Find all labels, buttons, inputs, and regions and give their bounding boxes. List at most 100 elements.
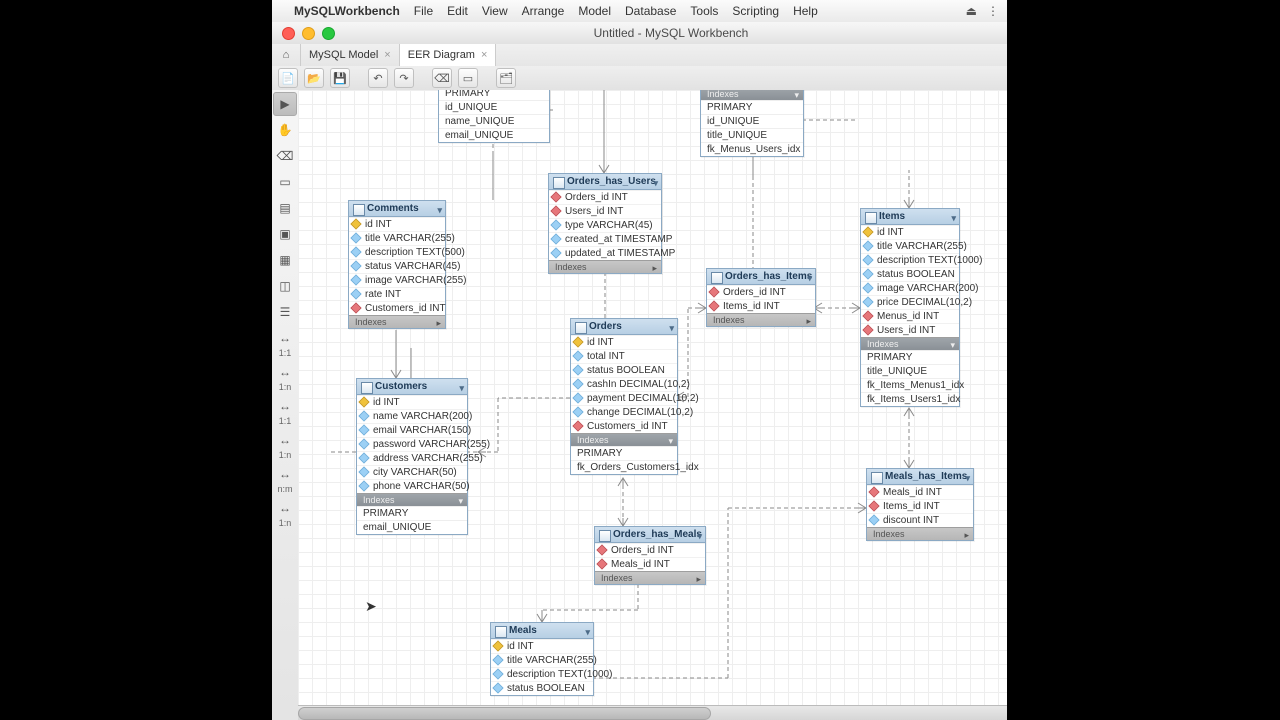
column[interactable]: city VARCHAR(50) (357, 465, 467, 479)
er-table-customers[interactable]: Customers▾id INTname VARCHAR(200)email V… (356, 378, 468, 535)
menu-file[interactable]: File (414, 4, 433, 18)
collapse-icon[interactable]: ▾ (697, 531, 702, 542)
collapse-icon[interactable]: ▾ (458, 496, 463, 507)
tool-relnm[interactable]: ↔ (273, 462, 297, 486)
tool-table[interactable]: ▦ (273, 248, 297, 272)
redo-button[interactable]: ↷ (394, 68, 414, 88)
column[interactable]: status VARCHAR(45) (349, 259, 445, 273)
column[interactable]: id INT (349, 217, 445, 231)
index-row[interactable]: fk_Items_Users1_idx (861, 392, 959, 406)
tab-mysql-model[interactable]: MySQL Model× (301, 44, 400, 66)
indexes-header[interactable]: Indexes▸ (349, 315, 445, 328)
column[interactable]: created_at TIMESTAMP (549, 232, 661, 246)
home-tab[interactable]: ⌂ (272, 44, 301, 66)
tool-note[interactable]: ▤ (273, 196, 297, 220)
close-window-button[interactable] (282, 27, 295, 40)
column[interactable]: phone VARCHAR(50) (357, 479, 467, 493)
index-row[interactable]: PRIMARY (571, 446, 677, 460)
column[interactable]: image VARCHAR(255) (349, 273, 445, 287)
table-header[interactable]: Meals▾ (491, 623, 593, 639)
collapse-icon[interactable]: ▾ (437, 205, 442, 216)
column[interactable]: title VARCHAR(255) (491, 653, 593, 667)
collapse-icon[interactable]: ▸ (964, 530, 969, 541)
index-row[interactable]: fk_Items_Menus1_idx (861, 378, 959, 392)
tool-eraser[interactable]: ⌫ (273, 144, 297, 168)
minimize-window-button[interactable] (302, 27, 315, 40)
diagram-canvas[interactable]: ➤ Indexes▾PRIMARYid_UNIQUEname_UNIQUEema… (298, 90, 1007, 706)
column[interactable]: password VARCHAR(255) (357, 437, 467, 451)
tool-hand[interactable]: ✋ (273, 118, 297, 142)
column[interactable]: Users_id INT (861, 323, 959, 337)
table-header[interactable]: Meals_has_Items▾ (867, 469, 973, 485)
column[interactable]: Items_id INT (707, 299, 815, 313)
er-table-orders_has_meals[interactable]: Orders_has_Meals▾Orders_id INTMeals_id I… (594, 526, 706, 585)
menu-edit[interactable]: Edit (447, 4, 468, 18)
tool-rel11-ni[interactable]: ↔ (273, 326, 297, 350)
column[interactable]: updated_at TIMESTAMP (549, 246, 661, 260)
column[interactable]: price DECIMAL(10,2) (861, 295, 959, 309)
column[interactable]: Meals_id INT (595, 557, 705, 571)
table-header[interactable]: Orders_has_Users▾ (549, 174, 661, 190)
column[interactable]: Customers_id INT (571, 419, 677, 433)
index-row[interactable]: title_UNIQUE (701, 128, 803, 142)
tool-rel-existing[interactable]: ↔ (273, 496, 297, 520)
collapse-icon[interactable]: ▾ (807, 273, 812, 284)
tool-layer[interactable]: ▭ (273, 170, 297, 194)
undo-button[interactable]: ↶ (368, 68, 388, 88)
er-table-comments[interactable]: Comments▾id INTtitle VARCHAR(255)descrip… (348, 200, 446, 329)
indexes-header[interactable]: Indexes▸ (707, 313, 815, 326)
index-row[interactable]: email_UNIQUE (357, 520, 467, 534)
collapse-icon[interactable]: ▾ (459, 383, 464, 394)
column[interactable]: description TEXT(1000) (491, 667, 593, 681)
er-table-t_top1[interactable]: Indexes▾PRIMARYid_UNIQUEname_UNIQUEemail… (438, 90, 550, 143)
index-row[interactable]: name_UNIQUE (439, 114, 549, 128)
index-row[interactable]: PRIMARY (439, 90, 549, 100)
indexes-header[interactable]: Indexes▾ (357, 493, 467, 506)
column[interactable]: discount INT (867, 513, 973, 527)
column[interactable]: change DECIMAL(10,2) (571, 405, 677, 419)
wifi-icon[interactable]: ⋮ (987, 4, 999, 18)
column[interactable]: Customers_id INT (349, 301, 445, 315)
column[interactable]: Orders_id INT (595, 543, 705, 557)
collapse-icon[interactable]: ▾ (669, 323, 674, 334)
index-row[interactable]: PRIMARY (357, 506, 467, 520)
index-row[interactable]: email_UNIQUE (439, 128, 549, 142)
column[interactable]: description TEXT(1000) (861, 253, 959, 267)
menu-help[interactable]: Help (793, 4, 818, 18)
index-row[interactable]: PRIMARY (701, 100, 803, 114)
indexes-header[interactable]: Indexes▸ (595, 571, 705, 584)
collapse-icon[interactable]: ▾ (794, 90, 799, 101)
horizontal-scrollbar[interactable] (298, 705, 1007, 720)
column[interactable]: Menus_id INT (861, 309, 959, 323)
column[interactable]: id INT (861, 225, 959, 239)
collapse-icon[interactable]: ▸ (696, 574, 701, 585)
collapse-icon[interactable]: ▸ (806, 316, 811, 327)
open-document-button[interactable]: 📂 (304, 68, 324, 88)
column[interactable]: Users_id INT (549, 204, 661, 218)
er-table-orders_has_users[interactable]: Orders_has_Users▾Orders_id INTUsers_id I… (548, 173, 662, 274)
collapse-icon[interactable]: ▸ (436, 318, 441, 329)
indexes-header[interactable]: Indexes▾ (701, 90, 803, 100)
collapse-icon[interactable]: ▾ (951, 213, 956, 224)
save-button[interactable]: 💾 (330, 68, 350, 88)
tab-eer-diagram[interactable]: EER Diagram× (400, 44, 497, 66)
index-row[interactable]: title_UNIQUE (861, 364, 959, 378)
column[interactable]: cashIn DECIMAL(10,2) (571, 377, 677, 391)
table-header[interactable]: Orders_has_Meals▾ (595, 527, 705, 543)
close-tab-icon[interactable]: × (384, 49, 390, 61)
menu-tools[interactable]: Tools (690, 4, 718, 18)
tool-rel1n-ni[interactable]: ↔ (273, 360, 297, 384)
new-document-button[interactable]: 📄 (278, 68, 298, 88)
column[interactable]: status BOOLEAN (861, 267, 959, 281)
er-table-orders_has_items[interactable]: Orders_has_Items▾Orders_id INTItems_id I… (706, 268, 816, 327)
column[interactable]: Orders_id INT (707, 285, 815, 299)
tool-rel11-i[interactable]: ↔ (273, 394, 297, 418)
column[interactable]: rate INT (349, 287, 445, 301)
column[interactable]: Items_id INT (867, 499, 973, 513)
index-row[interactable]: id_UNIQUE (701, 114, 803, 128)
index-row[interactable]: fk_Orders_Customers1_idx (571, 460, 677, 474)
indexes-header[interactable]: Indexes▸ (549, 260, 661, 273)
column[interactable]: type VARCHAR(45) (549, 218, 661, 232)
menu-database[interactable]: Database (625, 4, 676, 18)
tool-pointer[interactable]: ▶ (273, 92, 297, 116)
